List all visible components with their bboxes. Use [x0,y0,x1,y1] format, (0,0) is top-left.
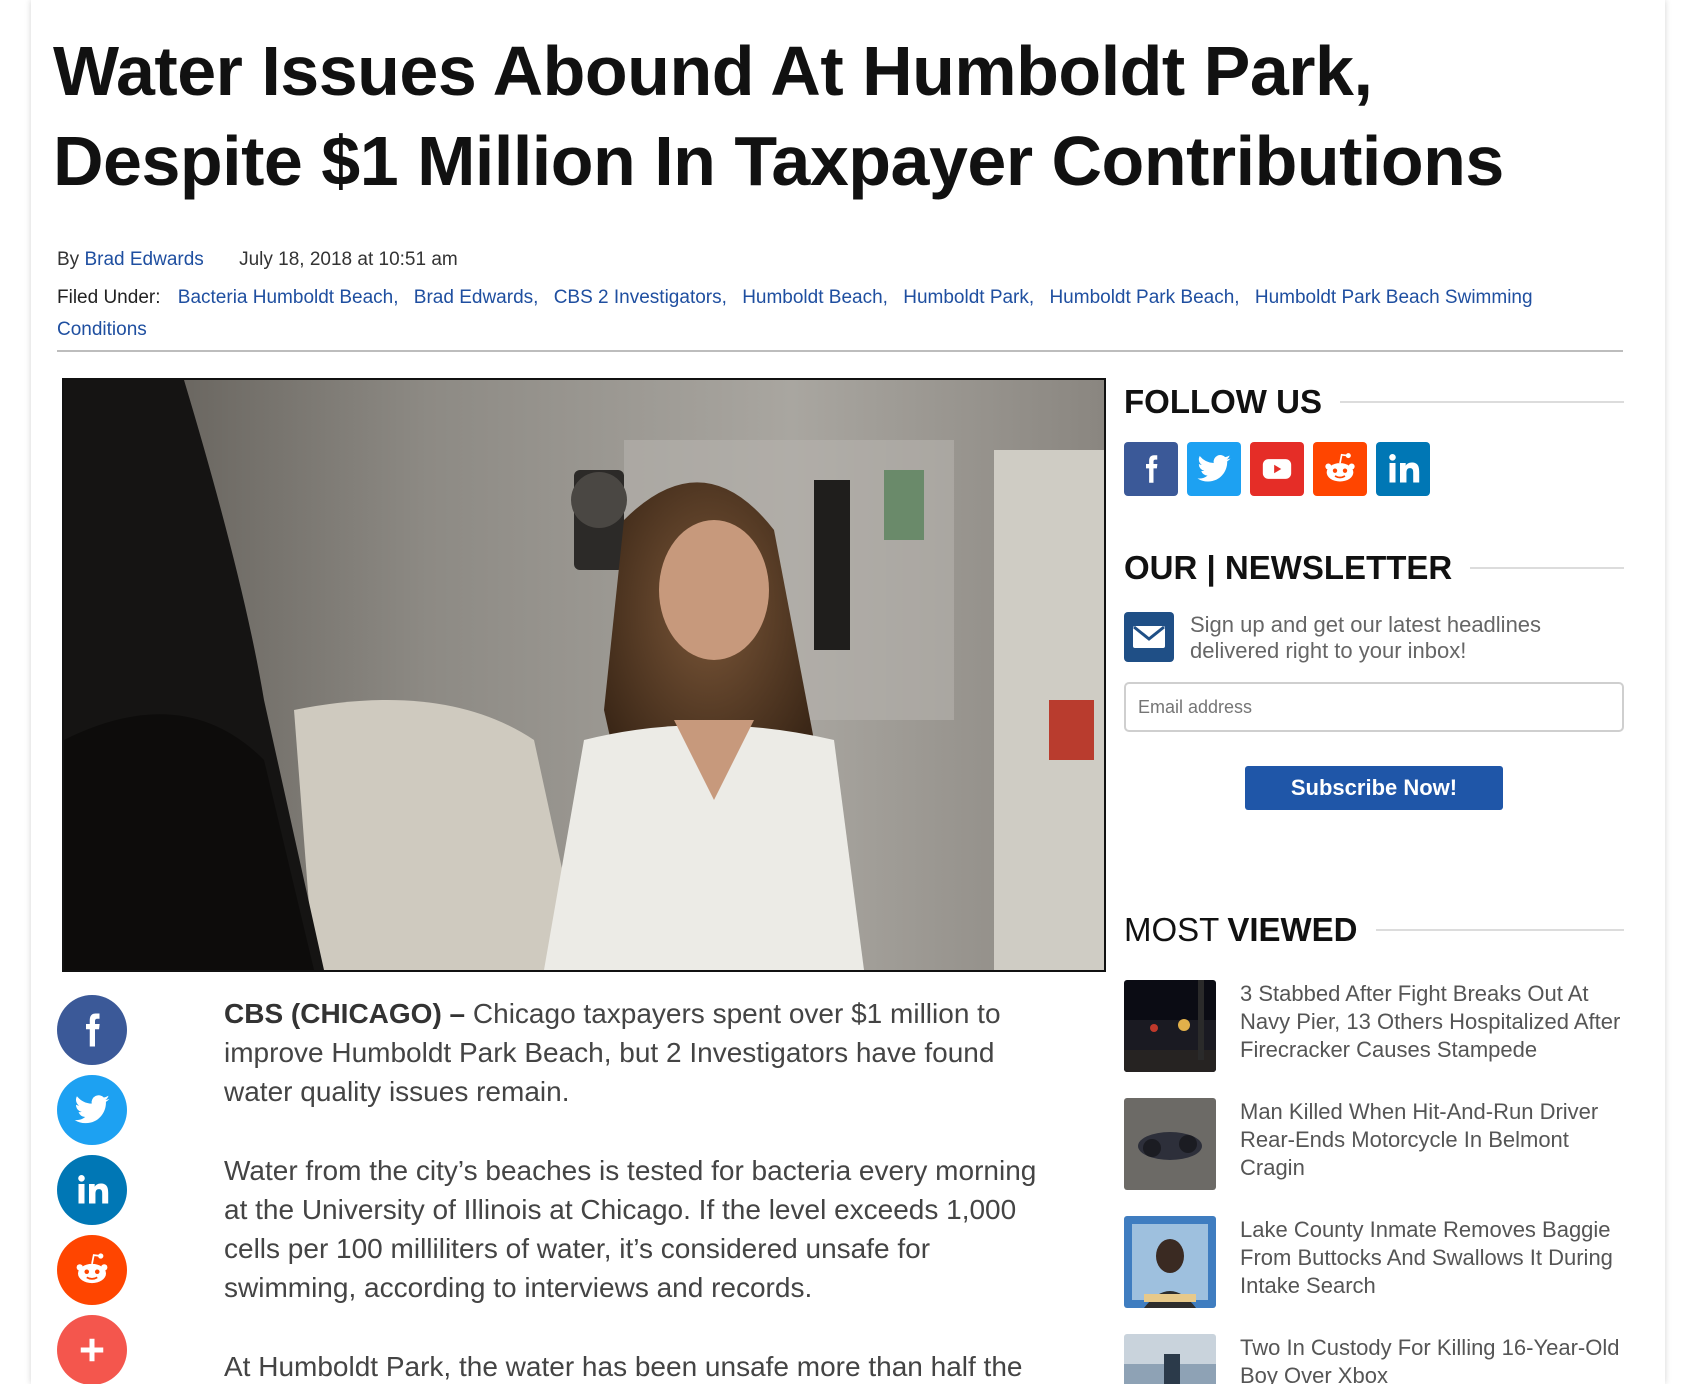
most-viewed-title-link[interactable]: Lake County Inmate Removes Baggie From B… [1240,1216,1624,1334]
tag-link[interactable]: Humboldt Beach [742,287,882,308]
reddit-icon [76,1253,108,1284]
facebook-share-button[interactable] [57,995,127,1065]
byline-prefix: By [57,249,80,270]
most-viewed-item[interactable]: 3 Stabbed After Fight Breaks Out At Navy… [1124,980,1624,1098]
article-paragraph: At Humboldt Park, the water has been uns… [224,1351,1023,1382]
facebook-icon [86,1013,100,1047]
tag-link[interactable]: Brad Edwards [414,287,533,308]
follow-icons [1124,442,1624,496]
youtube-icon [1262,459,1292,479]
most-viewed-list: 3 Stabbed After Fight Breaks Out At Navy… [1124,980,1624,1384]
youtube-follow-button[interactable] [1250,442,1304,496]
most-viewed-thumbnail[interactable] [1124,980,1216,1072]
reddit-follow-button[interactable] [1313,442,1367,496]
follow-us-title-text: FOLLOW US [1124,383,1322,420]
linkedin-icon [78,1175,109,1204]
reddit-icon [1325,453,1355,482]
most-viewed-item[interactable]: Two In Custody For Killing 16-Year-Old B… [1124,1334,1624,1384]
filed-under-label: Filed Under: [57,287,161,308]
video-player[interactable] [62,378,1106,972]
video-frame-image [64,380,1104,970]
linkedin-icon [1389,454,1420,483]
article-dateline: CBS (CHICAGO) – [224,998,466,1029]
most-viewed-item[interactable]: Lake County Inmate Removes Baggie From B… [1124,1216,1624,1334]
article-page: Water Issues Abound At Humboldt Park, De… [31,0,1665,1384]
plus-icon [80,1338,104,1362]
linkedin-share-button[interactable] [57,1155,127,1225]
reddit-share-button[interactable] [57,1235,127,1305]
twitter-share-button[interactable] [57,1075,127,1145]
newsletter-intro: Sign up and get our latest headlines del… [1124,612,1624,664]
article-paragraph: CBS (CHICAGO) – Chicago taxpayers spent … [224,994,1054,1111]
most-viewed-title-bold: VIEWED [1227,911,1358,948]
most-viewed-title-link[interactable]: Man Killed When Hit-And-Run Driver Rear-… [1240,1098,1624,1216]
filed-under: Filed Under: Bacteria Humboldt Beach, Br… [57,287,1533,340]
most-viewed-thumbnail[interactable] [1124,1098,1216,1190]
article-body: CBS (CHICAGO) – Chicago taxpayers spent … [224,994,1054,1384]
share-buttons [57,995,127,1384]
most-viewed-title-link[interactable]: 3 Stabbed After Fight Breaks Out At Navy… [1240,980,1624,1098]
tag-link[interactable]: Humboldt Park Beach [1049,287,1234,308]
tag-link[interactable]: Bacteria Humboldt Beach [178,287,393,308]
email-field[interactable] [1124,682,1624,732]
linkedin-follow-button[interactable] [1376,442,1430,496]
title-divider [1339,401,1624,403]
newsletter-title: OUR | NEWSLETTER [1124,544,1624,592]
facebook-icon [1146,455,1158,483]
twitter-icon [1197,455,1231,482]
most-viewed-item[interactable]: Man Killed When Hit-And-Run Driver Rear-… [1124,1098,1624,1216]
newsletter-text: Sign up and get our latest headlines del… [1190,612,1542,663]
publish-date: July 18, 2018 at 10:51 am [239,249,458,270]
newsletter-title-text: OUR | NEWSLETTER [1124,549,1453,586]
tag-link[interactable]: CBS 2 Investigators [554,287,722,308]
most-viewed-title: MOST VIEWED [1124,906,1624,954]
sidebar: FOLLOW US OUR | NEWSLETTER Sign up and g… [1124,378,1624,1384]
article-paragraph: Water from the city’s beaches is tested … [224,1155,1037,1303]
tag-link[interactable]: Humboldt Park [903,287,1029,308]
mail-icon [1124,612,1174,662]
title-divider [1470,567,1624,569]
most-viewed-title-link[interactable]: Two In Custody For Killing 16-Year-Old B… [1240,1334,1624,1384]
facebook-follow-button[interactable] [1124,442,1178,496]
most-viewed-title-light: MOST [1124,911,1220,948]
follow-us-title: FOLLOW US [1124,378,1624,426]
article-headline: Water Issues Abound At Humboldt Park, De… [53,32,1504,200]
header-divider [57,350,1623,352]
most-viewed-thumbnail[interactable] [1124,1334,1216,1384]
most-viewed-thumbnail[interactable] [1124,1216,1216,1308]
twitter-icon [74,1095,110,1124]
subscribe-button[interactable]: Subscribe Now! [1245,766,1503,810]
twitter-follow-button[interactable] [1187,442,1241,496]
title-divider [1375,929,1624,931]
author-link[interactable]: Brad Edwards [84,249,203,270]
more-share-button[interactable] [57,1315,127,1384]
byline: By Brad Edwards July 18, 2018 at 10:51 a… [57,249,458,271]
